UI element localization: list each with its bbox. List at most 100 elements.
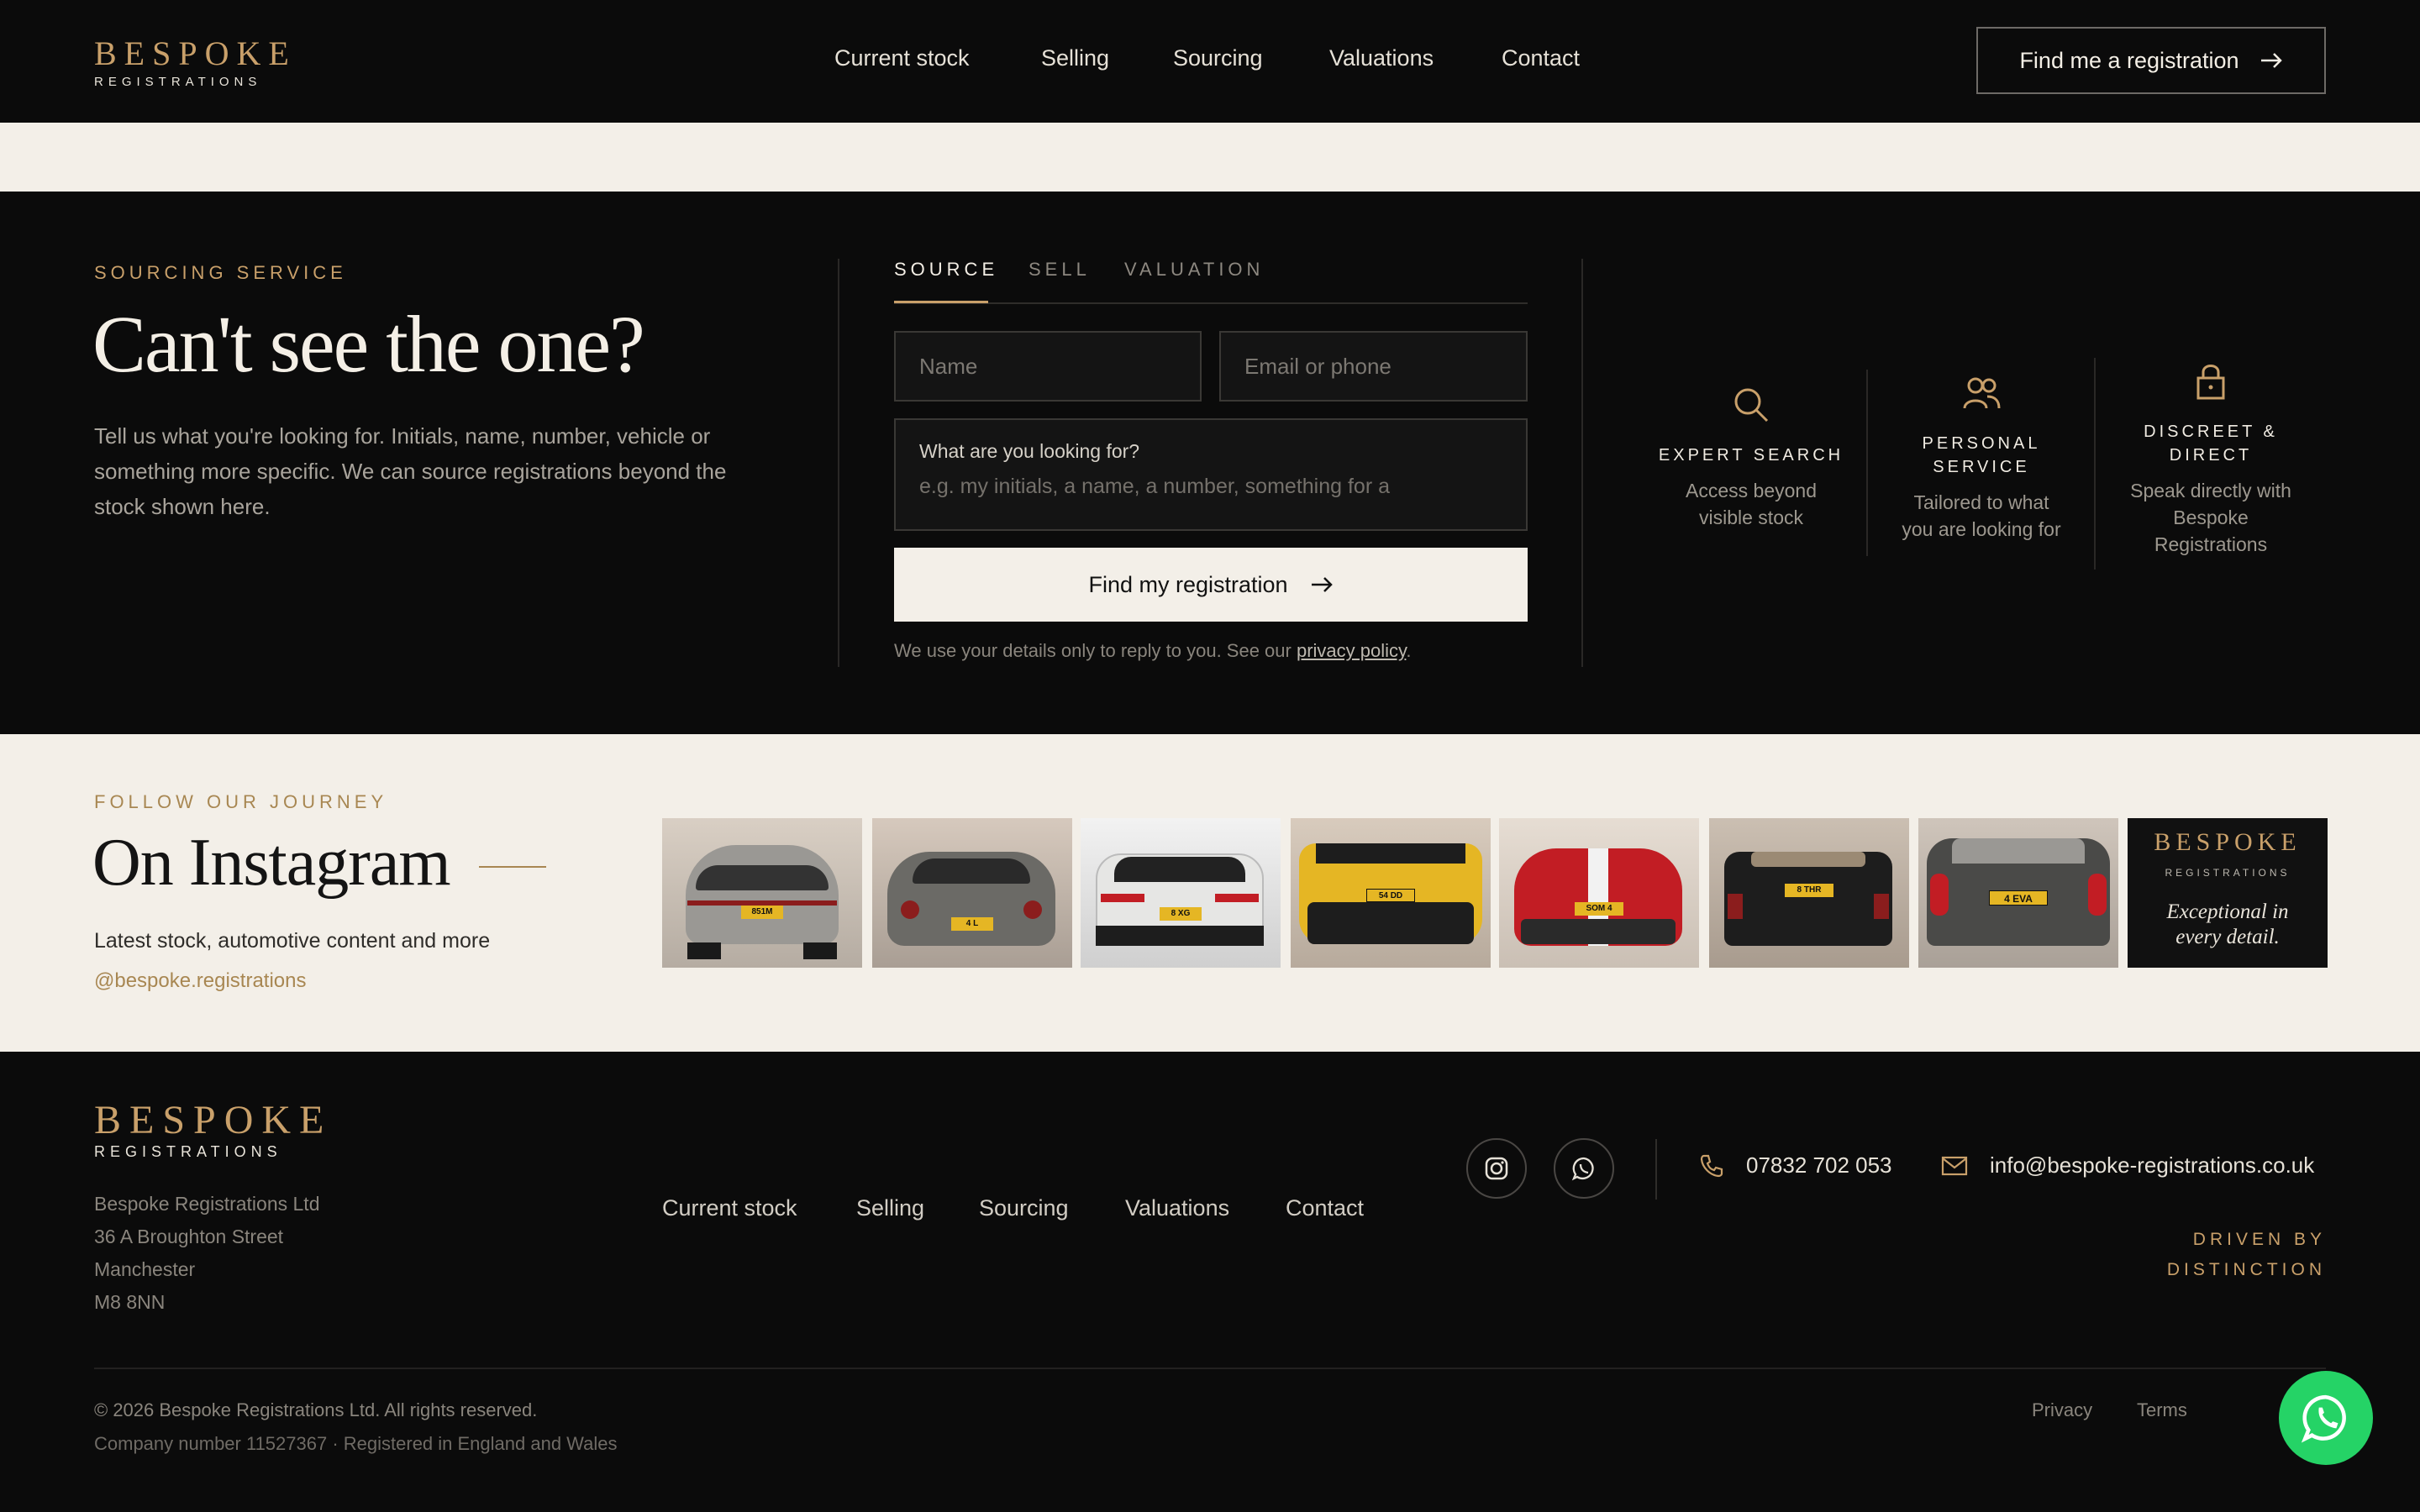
instagram-post[interactable]: 8 THR [1709,818,1909,968]
instagram-post[interactable]: 54 DD [1291,818,1491,968]
email-address: info@bespoke-registrations.co.uk [1990,1152,2315,1178]
footer-logo[interactable]: BESPOKE REGISTRATIONS [94,1097,332,1161]
feature-title: DISCREET & [2144,423,2278,441]
logo-wordmark: BESPOKE [94,34,297,72]
tile-tagline: every detail. [2175,926,2280,948]
phone-contact[interactable]: 07832 702 053 [1699,1152,1892,1179]
feature-title: SERVICE [1933,458,2030,476]
number-plate: SOM 4 [1575,902,1623,916]
instagram-button[interactable] [1466,1138,1527,1199]
instagram-handle[interactable]: @bespoke.registrations [94,969,307,993]
phone-number: 07832 702 053 [1746,1152,1892,1178]
feature-divider [2094,358,2096,570]
instagram-icon [1485,1157,1508,1180]
feature-expert-search: EXPERT SEARCH Access beyond visible stoc… [1650,386,1852,531]
submit-label: Find my registration [1088,571,1288,597]
footer-nav-current-stock[interactable]: Current stock [662,1195,797,1221]
email-contact[interactable]: info@bespoke-registrations.co.uk [1941,1152,2314,1179]
instagram-heading: On Instagram [92,825,546,901]
number-plate: 851M [741,906,783,919]
footer-logo-subtitle: REGISTRATIONS [94,1143,282,1160]
divider [838,259,839,667]
logo[interactable]: BESPOKE REGISTRATIONS [94,34,297,89]
address-line: M8 8NN [94,1291,166,1313]
terms-link[interactable]: Terms [2137,1399,2187,1421]
looking-for-field[interactable]: What are you looking for? e.g. my initia… [894,418,1528,531]
email-phone-field[interactable]: Email or phone [1219,331,1528,402]
find-registration-button[interactable]: Find me a registration [1976,27,2326,94]
looking-for-label: What are you looking for? [919,440,1140,462]
divider [1581,259,1583,667]
sourcing-eyebrow: SOURCING SERVICE [94,262,347,283]
privacy-note: We use your details only to reply to you… [894,640,1412,662]
instagram-title: On Instagram [92,826,451,900]
feature-text: Tailored to what [1913,491,2049,513]
email-phone-placeholder: Email or phone [1244,353,1392,379]
number-plate: 4 EVA [1989,890,2048,906]
instagram-brand-tile[interactable]: BESPOKE REGISTRATIONS Exceptional in eve… [2128,818,2328,968]
privacy-suffix: . [1406,640,1412,661]
logo-subtitle: REGISTRATIONS [94,75,262,89]
whatsapp-button[interactable] [1554,1138,1614,1199]
footer-nav-selling[interactable]: Selling [856,1195,924,1221]
arrow-right-icon [1311,577,1333,592]
privacy-link-footer[interactable]: Privacy [2032,1399,2092,1421]
people-icon [1963,377,2001,409]
footer-logo-wordmark: BESPOKE [94,1098,333,1142]
instagram-eyebrow: FOLLOW OUR JOURNEY [94,791,388,812]
tab-valuation[interactable]: VALUATION [1124,259,1264,281]
number-plate: 8 XG [1160,907,1202,921]
nav-contact[interactable]: Contact [1502,45,1580,71]
nav-sourcing[interactable]: Sourcing [1173,45,1263,71]
find-my-registration-button[interactable]: Find my registration [894,548,1528,622]
privacy-link[interactable]: privacy policy [1297,640,1406,661]
instagram-post[interactable]: 8 XG [1081,818,1281,968]
footer-nav-valuations[interactable]: Valuations [1125,1195,1229,1221]
tagline-line: DRIVEN BY [2192,1230,2326,1249]
tile-wordmark: BESPOKE [2154,828,2302,856]
site-header: BESPOKE REGISTRATIONS Current stock Sell… [0,0,2420,123]
instagram-subtitle: Latest stock, automotive content and mor… [94,929,491,953]
footer-address: Bespoke Registrations Ltd 36 A Broughton… [94,1188,320,1319]
footer-nav-contact[interactable]: Contact [1286,1195,1364,1221]
address-line: Manchester [94,1258,196,1280]
whatsapp-float-button[interactable] [2279,1371,2373,1465]
whatsapp-icon [1571,1157,1594,1181]
footer-nav-sourcing[interactable]: Sourcing [979,1195,1069,1221]
feature-discreet-direct: DISCREET & DIRECT Speak directly with Be… [2109,363,2312,558]
name-placeholder: Name [919,353,978,379]
nav-valuations[interactable]: Valuations [1329,45,1434,71]
instagram-post[interactable]: SOM 4 [1499,818,1699,968]
instagram-post[interactable]: 4 EVA [1918,818,2118,968]
tab-source[interactable]: SOURCE [894,259,998,281]
feature-personal-service: PERSONAL SERVICE Tailored to what you ar… [1882,376,2081,543]
instagram-post[interactable]: 4 L [872,818,1072,968]
lock-icon [2196,365,2225,400]
feature-text: Registrations [2154,533,2268,555]
instagram-post[interactable]: 851M [662,818,862,968]
find-registration-label: Find me a registration [2019,47,2239,73]
nav-selling[interactable]: Selling [1041,45,1109,71]
name-field[interactable]: Name [894,331,1202,402]
tab-sell[interactable]: SELL [1028,259,1091,281]
copyright: © 2026 Bespoke Registrations Ltd. All ri… [94,1399,538,1420]
heading-rule [478,865,546,868]
address-line: 36 A Broughton Street [94,1226,284,1247]
form-tabs: SOURCE SELL VALUATION [894,259,1528,304]
feature-title: PERSONAL [1922,434,2041,453]
footer-tagline: DRIVEN BY DISTINCTION [2000,1225,2326,1285]
footer-rule [94,1368,2326,1369]
tagline-line: DISTINCTION [2166,1260,2326,1279]
tile-subtitle: REGISTRATIONS [2165,867,2291,879]
feature-text: Speak directly with [2130,480,2291,501]
tab-active-underline [894,301,988,303]
mail-icon [1941,1156,1968,1175]
nav-current-stock[interactable]: Current stock [834,45,970,71]
feature-divider [1866,370,1868,556]
feature-text: visible stock [1699,507,1803,528]
footer-divider [1655,1139,1657,1200]
privacy-prefix: We use your details only to reply to you… [894,640,1297,661]
feature-text: Bespoke [2173,507,2249,528]
arrow-right-icon [2260,53,2282,68]
tile-tagline: Exceptional in [2166,900,2289,923]
